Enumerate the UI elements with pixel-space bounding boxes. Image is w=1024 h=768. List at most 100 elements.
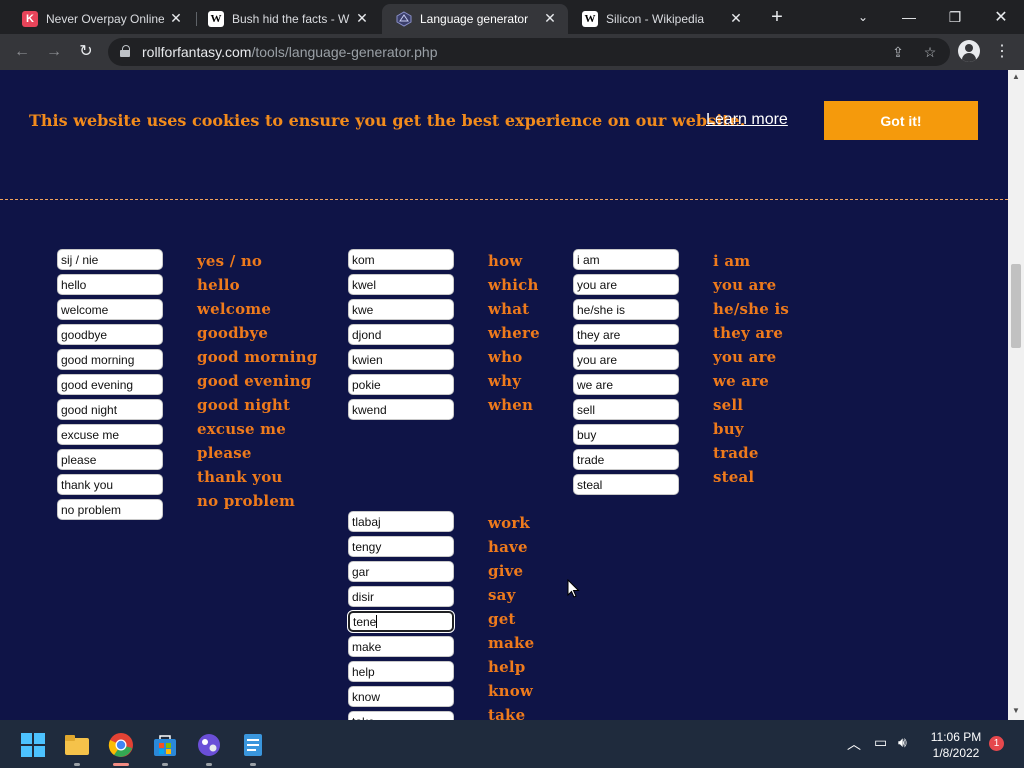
word-input[interactable]: they are [573,324,679,345]
scroll-thumb[interactable] [1011,264,1021,348]
cookie-accept-button[interactable]: Got it! [824,101,978,140]
tab-title: Never Overpay Online [46,12,164,26]
word-label: have [488,538,528,556]
menu-kebab-icon[interactable]: ⋮ [992,40,1012,64]
word-input[interactable]: kwend [348,399,454,420]
new-tab-plus-icon[interactable]: + [766,6,788,28]
page-content: This website uses cookies to ensure you … [0,70,1008,720]
word-input[interactable]: no problem [57,499,163,520]
word-input[interactable]: trade [573,449,679,470]
word-label: you are [713,276,777,294]
word-input[interactable]: kwe [348,299,454,320]
word-label: buy [713,420,744,438]
word-input[interactable]: we are [573,374,679,395]
windows-taskbar: ︿ ▭ 🔊︎ 11:06 PM 1/8/2022 1 [0,720,1024,768]
word-label: good evening [197,372,312,390]
word-input-value: djond [352,328,382,342]
tab-never-overpay[interactable]: K Never Overpay Online ✕ [8,4,194,34]
word-input-value: make [352,640,382,654]
address-bar[interactable]: rollforfantasy.com/tools/language-genera… [108,38,950,66]
chrome-icon[interactable] [108,732,134,758]
word-input[interactable]: make [348,636,454,657]
word-input[interactable]: excuse me [57,424,163,445]
cookie-learn-more-link[interactable]: Learn more [706,111,788,129]
scroll-up-arrow-icon[interactable]: ▲ [1008,72,1024,84]
word-input[interactable]: pokie [348,374,454,395]
minimize-icon[interactable]: — [886,0,932,34]
word-input[interactable]: tengy [348,536,454,557]
file-explorer-icon[interactable] [64,732,90,758]
microsoft-store-icon[interactable] [152,732,178,758]
word-input[interactable]: goodbye [57,324,163,345]
share-icon[interactable]: ⇪ [888,42,908,62]
word-input-value: sij / nie [61,253,99,267]
word-input[interactable]: sell [573,399,679,420]
system-clock[interactable]: 11:06 PM 1/8/2022 [928,729,984,761]
word-label: good night [197,396,291,414]
tab-silicon-wikipedia[interactable]: W Silicon - Wikipedia ✕ [568,4,754,34]
word-input[interactable]: you are [573,349,679,370]
close-icon[interactable]: ✕ [728,10,744,26]
word-input[interactable]: good night [57,399,163,420]
tab-language-generator[interactable]: Language generator ✕ [382,4,568,34]
show-hidden-icons-chevron-icon[interactable]: ︿ [847,734,861,754]
word-input-value: we are [577,378,614,392]
bookmark-star-icon[interactable]: ☆ [920,42,940,62]
word-input[interactable]: hello [57,274,163,295]
word-input-value: please [61,453,97,467]
word-input-value: sell [577,403,596,417]
close-icon[interactable]: ✕ [168,10,184,26]
word-input[interactable]: kwien [348,349,454,370]
page-scrollbar[interactable]: ▲ ▼ [1008,70,1024,720]
tab-search-chevron-icon[interactable]: ⌄ [840,0,886,34]
word-input[interactable]: disir [348,586,454,607]
word-input-value: hello [61,278,87,292]
word-input[interactable]: good evening [57,374,163,395]
word-input-value: welcome [61,303,109,317]
word-label: when [488,396,534,414]
tab-bush-hid-the-facts[interactable]: W Bush hid the facts - Wiki ✕ [194,4,380,34]
word-input[interactable]: thank you [57,474,163,495]
restore-icon[interactable]: ❐ [932,0,978,34]
word-input[interactable]: tene [347,610,455,633]
word-input[interactable]: kwel [348,274,454,295]
notepad-icon[interactable] [240,732,266,758]
notification-badge[interactable]: 1 [989,736,1004,751]
volume-icon[interactable]: 🔊︎ [898,734,907,751]
close-window-icon[interactable]: ✕ [978,0,1024,34]
word-input[interactable]: kom [348,249,454,270]
word-input[interactable]: gar [348,561,454,582]
word-input[interactable]: he/she is [573,299,679,320]
word-input[interactable]: tlabaj [348,511,454,532]
word-input-value: trade [577,453,605,467]
scroll-down-arrow-icon[interactable]: ▼ [1008,706,1024,718]
word-label: please [197,444,252,462]
word-input[interactable]: you are [573,274,679,295]
windows-start-icon[interactable] [20,732,46,758]
word-input[interactable]: help [348,661,454,682]
network-icon[interactable]: ▭ [874,734,887,751]
word-input[interactable]: djond [348,324,454,345]
taskbar-indicator-active [113,763,129,766]
word-input[interactable]: know [348,686,454,707]
word-input-value: no problem [61,503,122,517]
close-icon[interactable]: ✕ [354,10,370,26]
word-label: which [488,276,539,294]
word-label: sell [713,396,744,414]
word-label: you are [713,348,777,366]
word-input[interactable]: i am [573,249,679,270]
word-input[interactable]: please [57,449,163,470]
profile-avatar-icon[interactable] [958,40,980,62]
reload-icon[interactable]: ↻ [74,40,98,64]
word-input[interactable]: steal [573,474,679,495]
lock-icon [120,45,130,57]
word-input[interactable]: good morning [57,349,163,370]
media-app-icon[interactable] [196,732,222,758]
back-arrow-icon[interactable]: ← [10,40,34,64]
word-input[interactable]: sij / nie [57,249,163,270]
forward-arrow-icon[interactable]: → [42,40,66,64]
word-input[interactable]: take [348,711,454,720]
word-input[interactable]: welcome [57,299,163,320]
close-icon[interactable]: ✕ [542,10,558,26]
word-input[interactable]: buy [573,424,679,445]
